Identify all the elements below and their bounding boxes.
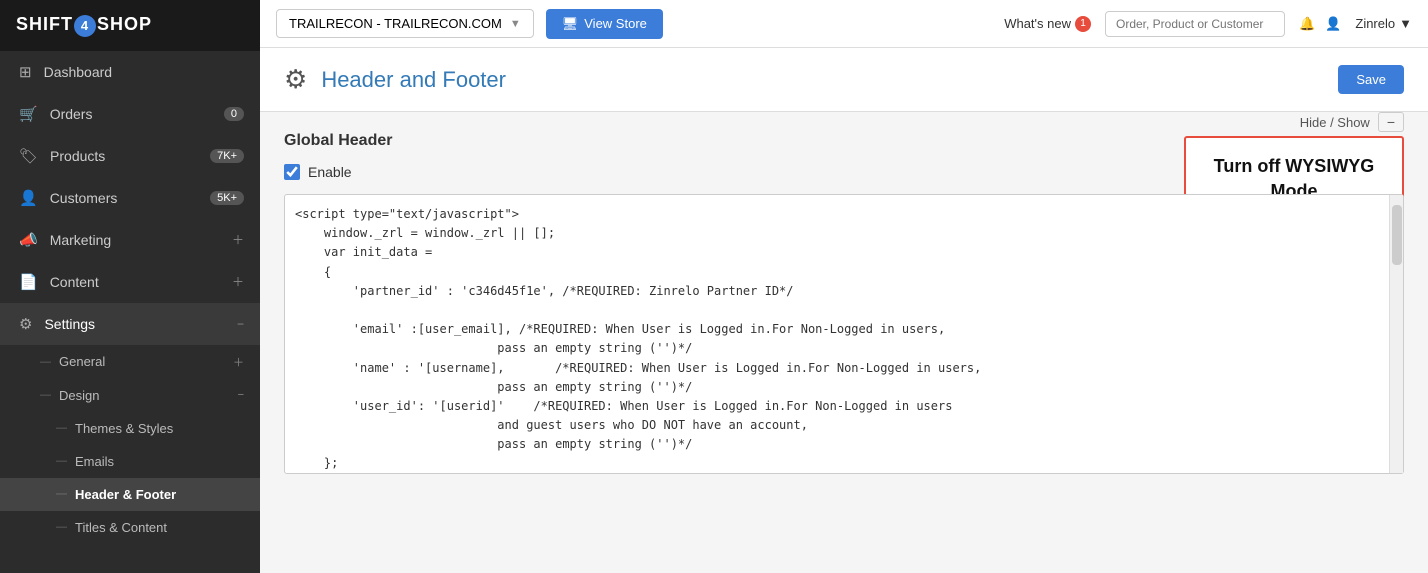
sidebar-item-label: Dashboard [44,64,113,80]
minimize-button[interactable]: − [1378,112,1404,132]
logo-text: SHIFT4SHOP [16,14,152,37]
sidebar-item-label: Orders [50,106,93,122]
search-input[interactable] [1105,11,1285,37]
save-button[interactable]: Save [1338,65,1404,94]
marketing-expand-icon: ＋ [232,231,244,248]
scrollbar-thumb [1392,205,1402,265]
page-header: ⚙ Header and Footer Save [260,48,1428,112]
sidebar-item-label: Marketing [50,232,111,248]
sidebar-item-label: Settings [44,316,95,332]
sidebar-item-orders[interactable]: 🛒 Orders 0 [0,93,260,135]
content-expand-icon: ＋ [232,273,244,290]
sidebar-item-titles-content[interactable]: Titles & Content [0,511,260,544]
sidebar-item-label: Content [50,274,99,290]
customers-badge: 5K+ [210,191,244,205]
sidebar-item-marketing[interactable]: 📣 Marketing ＋ [0,219,260,261]
sidebar: SHIFT4SHOP ⊞ Dashboard 🛒 Orders 0 🏷 Prod… [0,0,260,573]
sidebar-nav: ⊞ Dashboard 🛒 Orders 0 🏷 Products 7K+ 👤 … [0,51,260,573]
content-icon: 📄 [19,273,38,291]
monitor-icon: 🖥 [562,16,579,32]
products-icon: 🏷 [19,147,38,165]
sidebar-item-settings[interactable]: ⚙ Settings − [0,303,260,345]
sub-item-label: Emails [75,454,114,469]
customers-icon: 👤 [19,189,38,207]
main-area: TRAILRECON - TRAILRECON.COM ▼ 🖥 View Sto… [260,0,1428,573]
page-title: Header and Footer [321,67,506,93]
sidebar-item-products[interactable]: 🏷 Products 7K+ [0,135,260,177]
topbar-right: What's new 1 🔔 👤 Zinrelo ▼ [1004,11,1412,37]
sub-item-label: Header & Footer [75,487,176,502]
orders-icon: 🛒 [19,105,38,123]
general-expand-icon: ＋ [233,354,244,370]
page-header-actions: Save [1338,65,1404,94]
products-badge: 7K+ [210,149,244,163]
hide-show-row: Hide / Show − [1184,112,1404,132]
topbar-icons: 🔔 👤 [1299,16,1341,32]
sidebar-item-header-footer[interactable]: Header & Footer [0,478,260,511]
orders-badge: 0 [224,107,244,121]
sub-item-label: Titles & Content [75,520,167,535]
sub-item-label: General [59,354,105,369]
bell-icon[interactable]: 🔔 [1299,16,1315,32]
logo-number: 4 [74,15,96,37]
sub-item-label: Themes & Styles [75,421,173,436]
sidebar-item-dashboard[interactable]: ⊞ Dashboard [0,51,260,93]
topbar-user[interactable]: Zinrelo ▼ [1355,16,1412,31]
logo: SHIFT4SHOP [0,0,260,51]
store-selector[interactable]: TRAILRECON - TRAILRECON.COM ▼ [276,9,534,38]
sidebar-item-design[interactable]: Design − [0,379,260,412]
sidebar-item-label: Customers [50,190,118,206]
content-area: Hide / Show − Turn off WYSIWYG Mode WYSI… [260,112,1428,573]
topbar: TRAILRECON - TRAILRECON.COM ▼ 🖥 View Sto… [260,0,1428,48]
marketing-icon: 📣 [19,231,38,249]
page-header-icon: ⚙ [284,64,307,95]
hide-show-label: Hide / Show [1300,115,1370,130]
code-editor[interactable]: <script type="text/javascript"> window._… [285,195,1403,473]
user-icon[interactable]: 👤 [1325,16,1341,32]
sidebar-item-label: Products [50,148,105,164]
view-store-button[interactable]: 🖥 View Store [546,9,663,39]
store-name: TRAILRECON - TRAILRECON.COM [289,16,502,31]
notification-badge: 1 [1075,16,1091,32]
sidebar-item-themes-styles[interactable]: Themes & Styles [0,412,260,445]
sidebar-item-customers[interactable]: 👤 Customers 5K+ [0,177,260,219]
sub-item-label: Design [59,388,99,403]
scrollbar[interactable] [1389,195,1403,473]
whats-new-link[interactable]: What's new 1 [1004,16,1091,32]
sidebar-item-content[interactable]: 📄 Content ＋ [0,261,260,303]
enable-label[interactable]: Enable [308,164,352,180]
settings-expand-icon: − [237,317,244,331]
sidebar-item-emails[interactable]: Emails [0,445,260,478]
dashboard-icon: ⊞ [19,63,32,81]
design-expand-icon: − [238,389,244,401]
code-editor-wrapper: <script type="text/javascript"> window._… [284,194,1404,474]
sidebar-item-general[interactable]: General ＋ [0,345,260,379]
enable-checkbox[interactable] [284,164,300,180]
user-dropdown-arrow: ▼ [1399,16,1412,31]
settings-icon: ⚙ [19,315,32,333]
store-dropdown-arrow: ▼ [510,18,521,30]
